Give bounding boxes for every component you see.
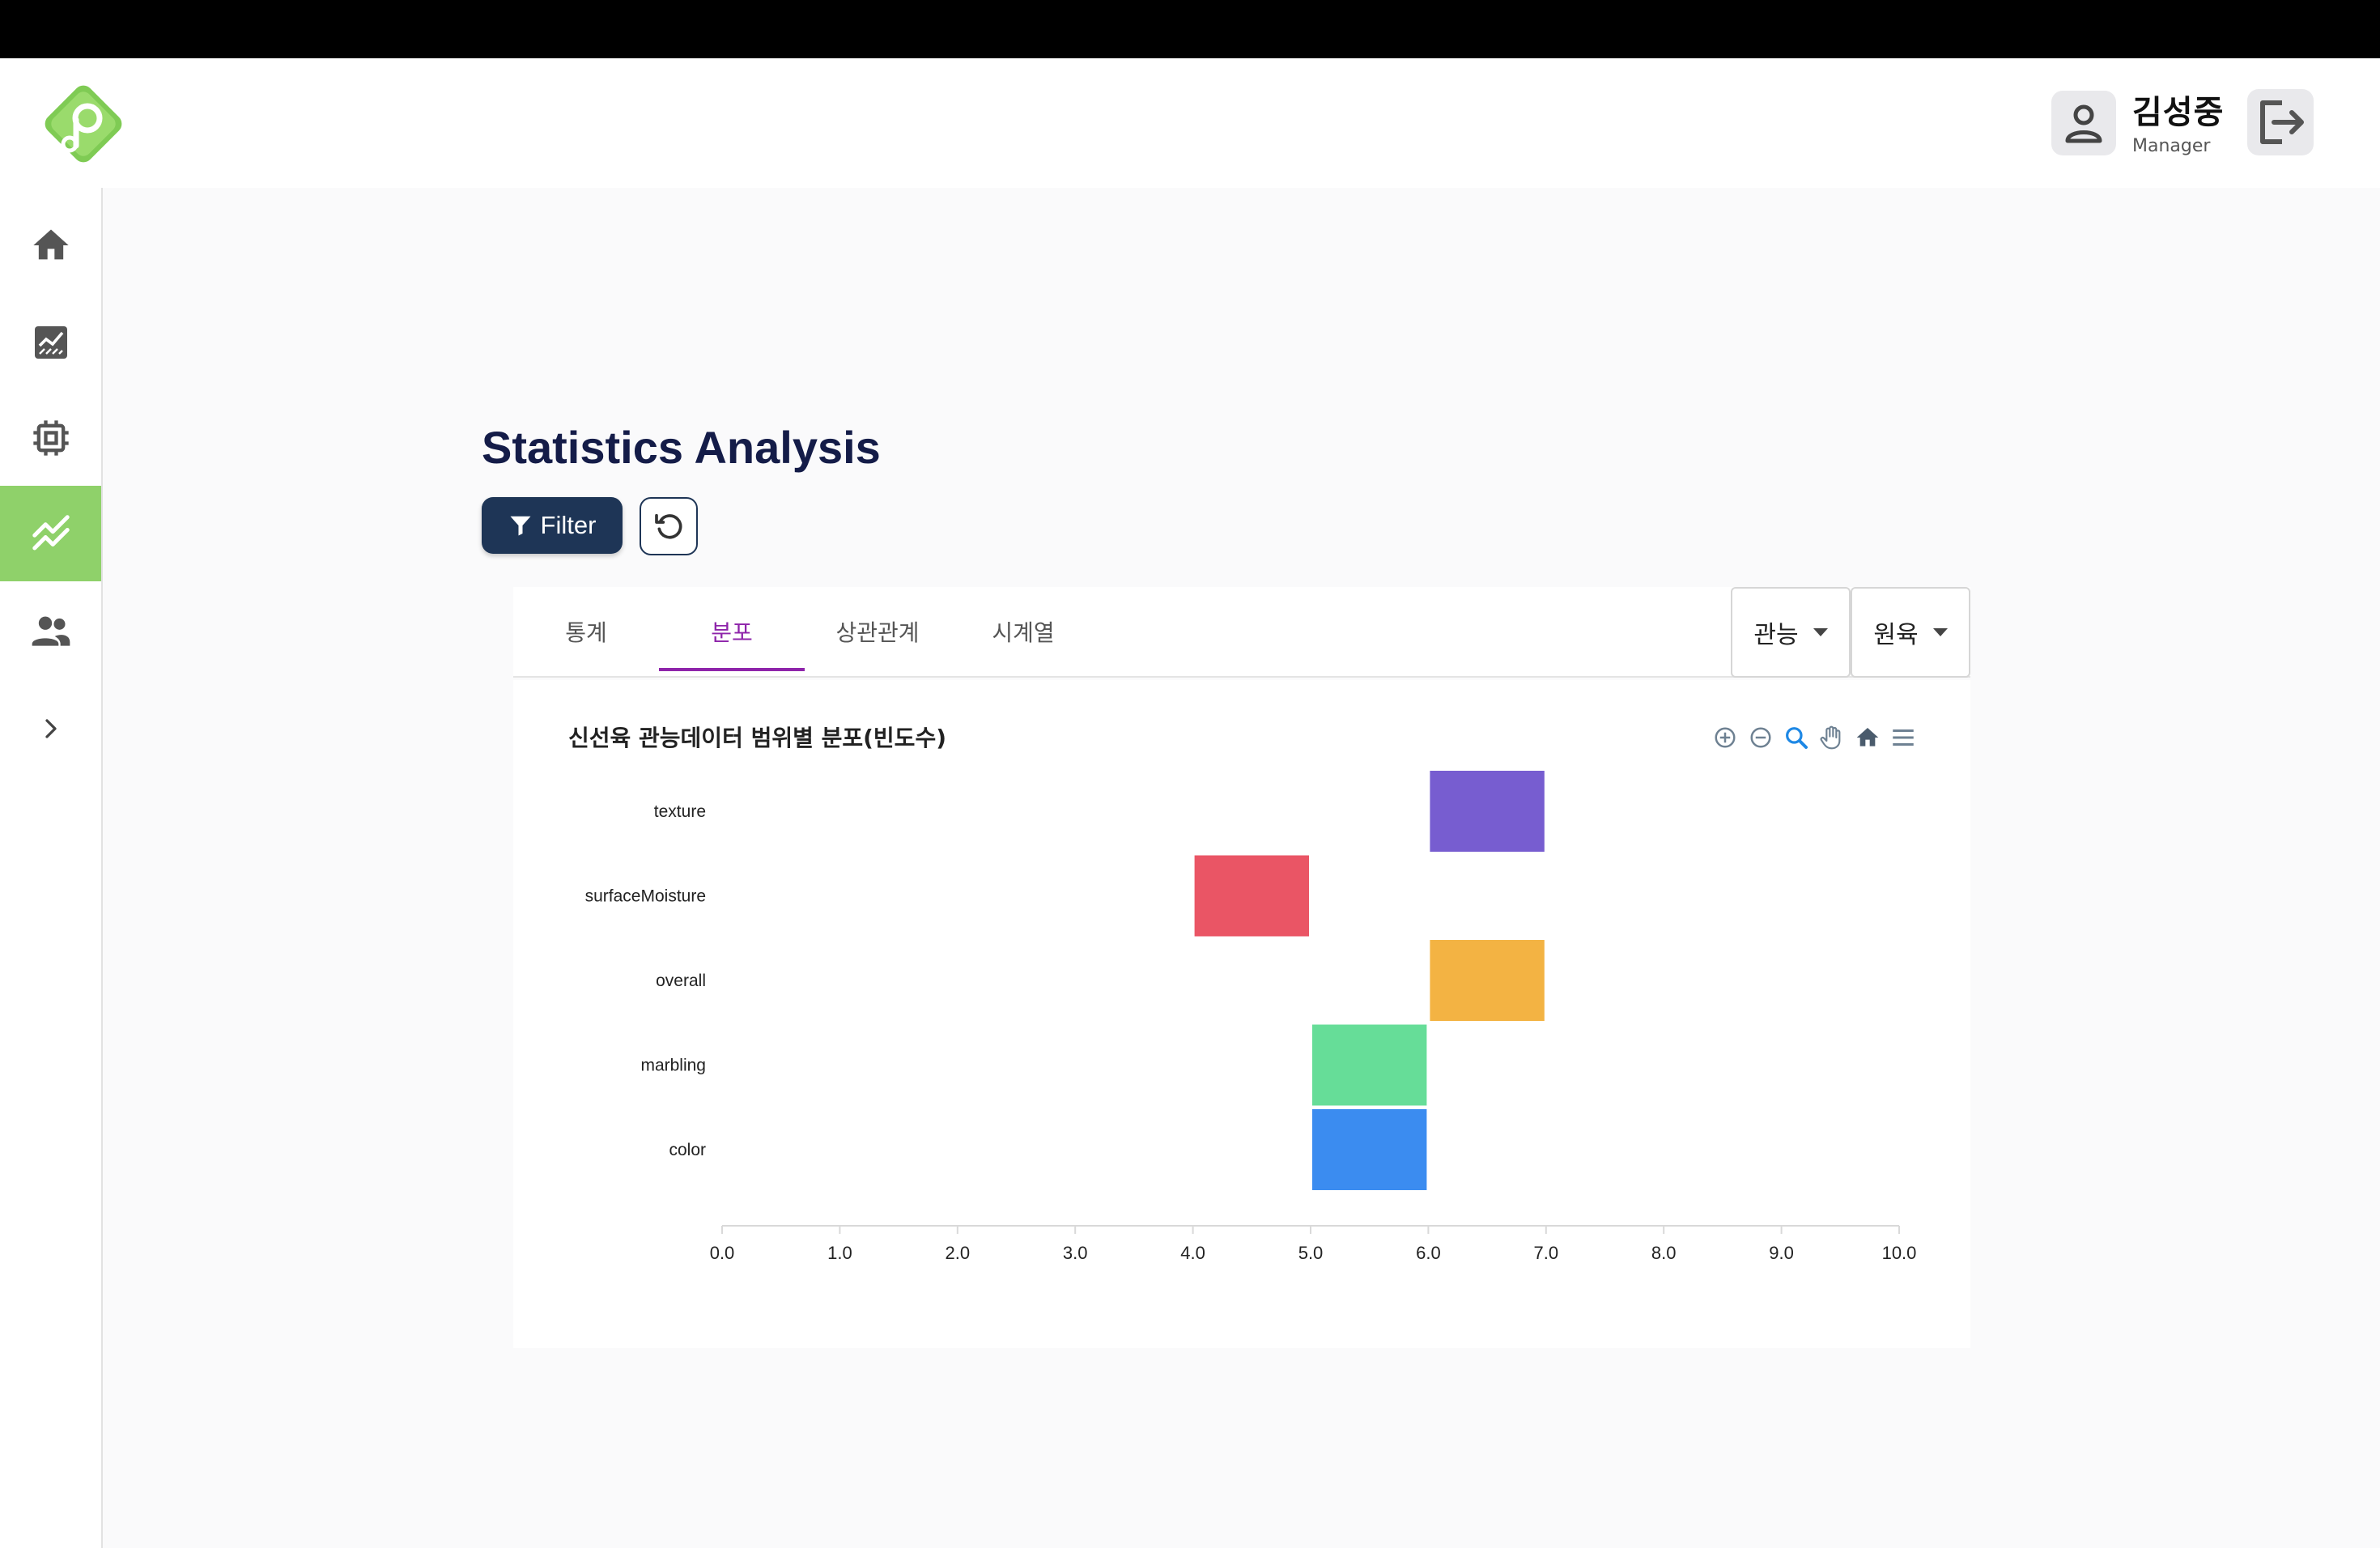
tab-timeseries[interactable]: 시계열 (950, 587, 1096, 676)
app-header: 김성중 Manager (0, 58, 2380, 188)
x-tick-label: 10.0 (1882, 1243, 1917, 1263)
user-role: Manager (2132, 136, 2211, 156)
x-tick-label: 1.0 (827, 1243, 852, 1263)
sidebar-item-statistics[interactable] (0, 486, 101, 581)
data-type-select-value: 관능 (1753, 621, 1799, 649)
avatar[interactable] (2051, 91, 2116, 155)
filter-button-label: Filter (540, 511, 597, 539)
x-tick-label: 6.0 (1416, 1243, 1441, 1263)
analysis-tabs: 통계 분포 상관관계 시계열 관능 원육 (513, 587, 1970, 678)
x-tick-label: 9.0 (1769, 1243, 1794, 1263)
tab-statistics[interactable]: 통계 (513, 587, 659, 676)
home-icon (32, 229, 69, 260)
trend-icon (32, 515, 70, 551)
x-tick-label: 5.0 (1298, 1243, 1324, 1263)
app-logo[interactable] (39, 79, 128, 168)
x-tick-label: 8.0 (1651, 1243, 1677, 1263)
sidebar-expand-button[interactable] (0, 696, 101, 761)
logout-button[interactable] (2247, 89, 2314, 155)
chip-icon (32, 420, 69, 456)
meat-type-select-value: 원육 (1873, 621, 1919, 649)
logout-icon (2260, 100, 2304, 144)
caret-down-icon (1932, 628, 1948, 636)
heatmap-cell-overall (1430, 940, 1545, 1021)
caret-down-icon (1813, 628, 1828, 636)
sidebar-item-device[interactable] (0, 390, 101, 486)
data-type-select[interactable]: 관능 (1731, 587, 1851, 678)
x-tick-label: 2.0 (946, 1243, 971, 1263)
x-tick-label: 4.0 (1180, 1243, 1205, 1263)
reset-icon (655, 513, 682, 539)
x-tick-label: 7.0 (1534, 1243, 1559, 1263)
y-tick-label: surfaceMoisture (585, 887, 706, 906)
x-tick-label: 0.0 (710, 1243, 735, 1263)
y-tick-label: texture (654, 802, 706, 821)
heatmap-cell-marbling (1312, 1024, 1427, 1106)
user-name: 김성중 (2132, 94, 2225, 131)
filter-icon (510, 516, 531, 536)
heatmap-cell-color (1312, 1109, 1427, 1190)
y-tick-label: color (669, 1141, 706, 1159)
distribution-heatmap: texture surfaceMoisture overall marbling col… (585, 771, 1917, 1263)
top-black-bar (0, 0, 2380, 58)
tab-correlation[interactable]: 상관관계 (805, 587, 950, 676)
chart-card: 신선육 관능데이터 범위별 분포(빈도수) texture surfaceMoi… (513, 680, 1970, 1348)
sidebar-item-home[interactable] (0, 198, 101, 293)
page-title: Statistics Analysis (482, 422, 881, 473)
heatmap-cell-surfaceMoisture (1194, 855, 1309, 937)
y-tick-label: overall (656, 972, 706, 990)
chart-area-icon (34, 326, 67, 359)
meat-type-select[interactable]: 원육 (1851, 587, 1970, 678)
chevron-right-icon (45, 719, 57, 738)
heatmap-cell-texture (1430, 771, 1545, 852)
sidebar-item-users[interactable] (0, 583, 101, 678)
user-icon (2065, 104, 2102, 143)
sidebar-item-dashboard[interactable] (0, 295, 101, 390)
filter-button[interactable]: Filter (482, 497, 623, 554)
x-tick-label: 3.0 (1063, 1243, 1088, 1263)
people-icon (32, 616, 70, 646)
sidebar (0, 188, 103, 1548)
tab-distribution[interactable]: 분포 (659, 587, 805, 676)
y-tick-label: marbling (640, 1057, 706, 1075)
reset-button[interactable] (640, 497, 698, 555)
